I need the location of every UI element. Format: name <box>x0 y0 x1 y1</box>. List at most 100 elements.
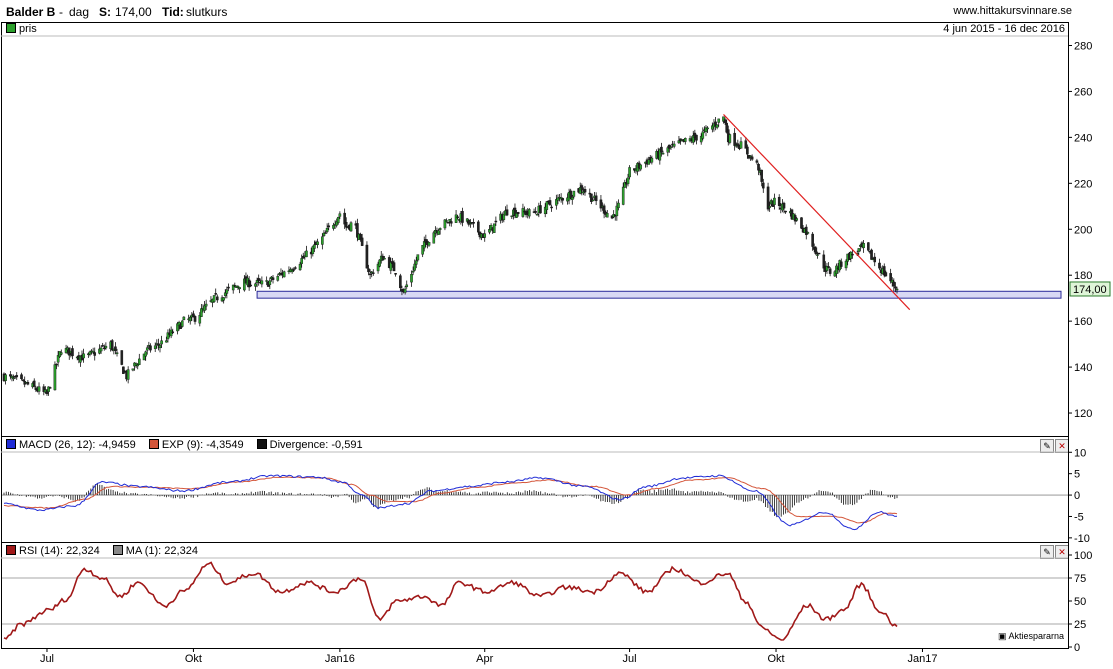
candle-body <box>679 138 682 142</box>
candle-body <box>443 219 447 229</box>
candle-body <box>99 347 103 352</box>
macd-axis-tick-label: 10 <box>1074 447 1086 459</box>
candle-body <box>311 246 315 254</box>
candle-body <box>550 206 553 209</box>
candle-body <box>766 186 770 210</box>
candle-body <box>532 211 536 213</box>
exp-swatch <box>148 439 159 449</box>
candle-body <box>669 146 673 149</box>
candle-body <box>825 266 829 271</box>
candle-body <box>625 181 628 185</box>
candle-body <box>212 295 216 302</box>
rsi-close-icon[interactable]: ✕ <box>1055 545 1069 559</box>
chart-canvas: 174,00 120 140 160 180 200 220 240 260 280 -10 -5 0 5… <box>1 22 1111 665</box>
candle-body <box>524 210 528 216</box>
candle-body <box>112 348 116 351</box>
candle-body <box>545 201 549 210</box>
y-axes: 174,00 120 140 160 180 200 220 240 260 280 -10 -5 0 5… <box>1068 40 1111 654</box>
candle-body <box>456 216 459 219</box>
candle-body <box>437 230 440 235</box>
candle-body <box>890 279 894 283</box>
candle-body <box>348 224 351 230</box>
candle-body <box>558 196 561 199</box>
candle-body <box>169 329 173 337</box>
candle-body <box>870 249 873 260</box>
price-axis-tick-label: 140 <box>1074 362 1092 374</box>
candle-body <box>695 134 698 141</box>
site-url[interactable]: www.hittakursvinnare.se <box>953 5 1072 17</box>
macd-label: MACD (26, 12): -4,9459 <box>19 439 136 451</box>
candle-body <box>682 139 685 142</box>
macd-settings-icon[interactable]: ✎ <box>1040 439 1054 453</box>
candle-body <box>680 139 684 142</box>
candle-body <box>365 244 369 269</box>
candle-body <box>115 352 119 354</box>
support-zone <box>256 290 1062 299</box>
candle-body <box>155 343 159 345</box>
candle-body <box>523 210 526 213</box>
candle-body <box>534 211 537 213</box>
candle-body <box>510 215 514 218</box>
candle-body <box>109 341 112 350</box>
candle-body <box>343 212 346 225</box>
candle-body <box>628 167 631 178</box>
candle-body <box>800 217 803 229</box>
candle-body <box>715 124 719 128</box>
candle-body <box>158 345 162 349</box>
candle-body <box>492 223 496 233</box>
candle-body <box>655 151 658 159</box>
candle-body <box>454 214 458 223</box>
candle-body <box>701 131 705 139</box>
macd-close-icon[interactable]: ✕ <box>1055 439 1069 453</box>
candle-body <box>637 162 641 169</box>
candle-body <box>658 149 662 161</box>
rsi-label: RSI (14): 22,324 <box>19 545 100 557</box>
candle-body <box>647 159 650 165</box>
candle-body <box>789 211 792 214</box>
candle-body <box>580 185 584 191</box>
candle-body <box>871 258 875 261</box>
candle-body <box>282 271 286 278</box>
candle-body <box>314 241 318 246</box>
candle-body <box>134 363 138 366</box>
price-axis-tick-label: 180 <box>1074 270 1092 282</box>
candle-body <box>777 196 781 206</box>
watermark: ▣ Aktiespararna <box>998 631 1065 641</box>
candle-body <box>795 218 799 221</box>
candle-body <box>321 236 324 245</box>
candle-body <box>824 265 827 272</box>
candle-body <box>166 332 170 340</box>
rsi-line <box>3 561 898 641</box>
candle-body <box>459 213 463 222</box>
time-caption: Tid: <box>162 5 184 19</box>
candle-body <box>359 233 362 240</box>
candle-body <box>266 281 270 287</box>
candle-body <box>500 214 504 221</box>
candle-body <box>214 293 218 295</box>
candle-body <box>244 276 248 284</box>
candle-body <box>349 222 353 232</box>
candle-body <box>860 242 864 247</box>
candle-body <box>399 275 402 289</box>
candle-body <box>322 232 326 236</box>
candle-body <box>209 300 213 302</box>
candle-body <box>738 145 741 150</box>
trendline <box>723 113 911 311</box>
candle-body <box>370 271 374 274</box>
title-separator: - <box>59 5 63 19</box>
candle-body <box>126 369 130 380</box>
ma-swatch <box>112 545 123 555</box>
candle-body <box>445 220 448 222</box>
candle-body <box>699 135 703 143</box>
rsi-settings-icon[interactable]: ✎ <box>1040 545 1054 559</box>
candle-body <box>379 255 383 262</box>
candle-body <box>216 296 219 301</box>
candle-body <box>75 356 79 359</box>
price-legend-swatch <box>6 23 16 33</box>
candle-body <box>37 386 41 392</box>
candle-body <box>769 200 773 205</box>
exp-label: EXP (9): -4,3549 <box>161 439 244 451</box>
candle-body <box>760 169 763 182</box>
candle-body <box>467 219 471 225</box>
candle-body <box>414 260 418 265</box>
